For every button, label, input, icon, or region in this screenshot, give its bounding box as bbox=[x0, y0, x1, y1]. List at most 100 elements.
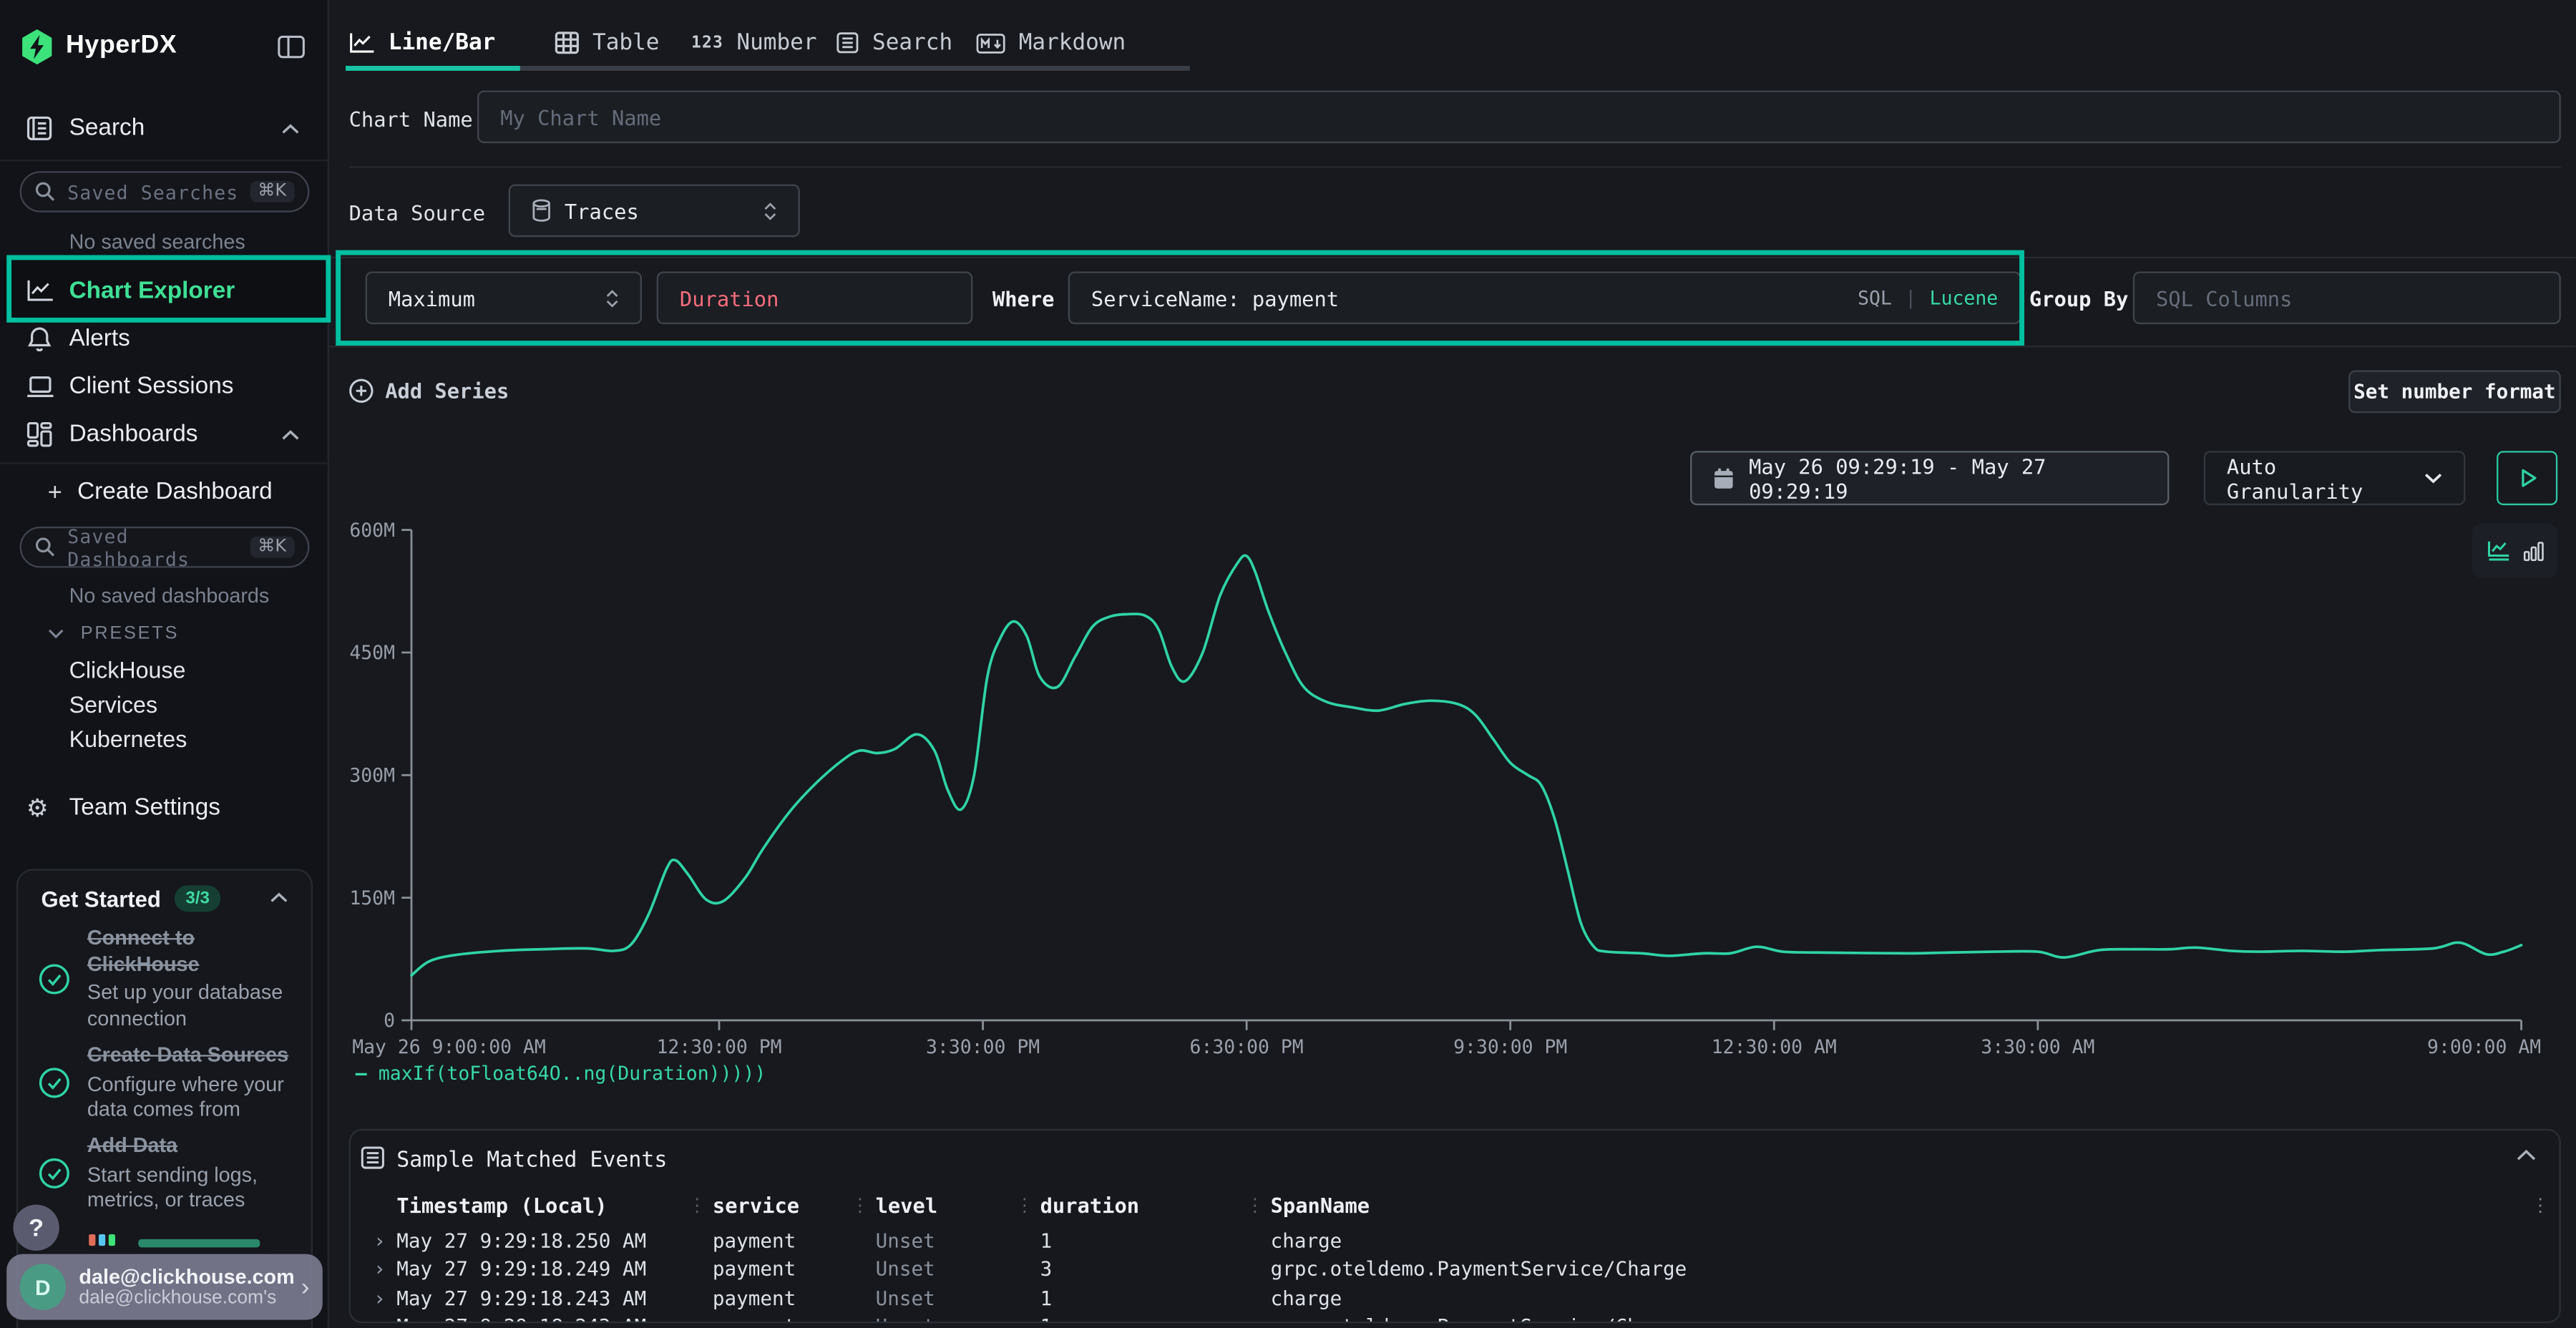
get-started-item-subtitle: Set up your database connection bbox=[87, 981, 295, 1031]
avatar: D bbox=[20, 1264, 66, 1309]
row-expand-chevron-icon[interactable]: › bbox=[374, 1286, 396, 1309]
sidebar-item-client-sessions[interactable]: Client Sessions bbox=[0, 363, 329, 409]
help-label: ? bbox=[29, 1214, 44, 1241]
divider bbox=[329, 257, 2576, 258]
search-icon bbox=[34, 537, 56, 558]
row-expand-chevron-icon[interactable]: › bbox=[374, 1315, 396, 1323]
run-query-button[interactable] bbox=[2497, 451, 2557, 505]
get-started-item-subtitle: Start sending logs, metrics, or traces bbox=[87, 1163, 295, 1213]
divider bbox=[0, 462, 329, 464]
svg-text:300M: 300M bbox=[349, 765, 395, 787]
saved-searches-input[interactable]: Saved Searches ⌘K bbox=[20, 171, 310, 212]
add-series-button[interactable]: Add Series bbox=[349, 379, 509, 404]
row-expand-chevron-icon[interactable]: › bbox=[374, 1229, 396, 1252]
column-resize-handle[interactable]: ⋮ bbox=[688, 1196, 706, 1218]
get-started-progress-badge: 3/3 bbox=[174, 885, 221, 912]
row-expand-chevron-icon[interactable]: › bbox=[374, 1258, 396, 1281]
column-header[interactable]: Timestamp (Local) bbox=[396, 1193, 713, 1219]
gear-icon: ⚙ bbox=[26, 794, 49, 823]
number-123-icon: 123 bbox=[691, 34, 723, 52]
query-language-toggle: SQL | Lucene bbox=[1858, 286, 1998, 309]
table-cell: charge bbox=[1271, 1286, 2546, 1309]
chevron-up-icon[interactable] bbox=[2517, 1148, 2537, 1161]
shortcut-badge: ⌘K bbox=[250, 536, 295, 558]
sql-toggle[interactable]: SQL bbox=[1858, 286, 1892, 309]
hyperdx-app: HyperDX Search Saved Searches ⌘K No save… bbox=[0, 0, 2576, 1328]
sample-matched-events-panel: Sample Matched Events Timestamp (Local) … bbox=[349, 1129, 2561, 1323]
user-menu[interactable]: D dale@clickhouse.com dale@clickhouse.co… bbox=[6, 1254, 323, 1320]
column-resize-handle[interactable]: ⋮ bbox=[1246, 1196, 1264, 1218]
aggregation-select[interactable]: Maximum bbox=[366, 272, 642, 325]
lucene-toggle[interactable]: Lucene bbox=[1930, 286, 1999, 309]
sidebar-item-label: Team Settings bbox=[69, 795, 220, 821]
get-started-item[interactable]: Add Data Start sending logs, metrics, or… bbox=[38, 1134, 298, 1214]
tab-markdown[interactable]: Markdown bbox=[976, 23, 1126, 62]
shortcut-badge: ⌘K bbox=[250, 180, 295, 202]
chevron-right-icon: › bbox=[301, 1273, 310, 1301]
table-row[interactable]: ›May 27 9:29:18.243 AMpaymentUnset1charg… bbox=[374, 1284, 2546, 1312]
data-source-select[interactable]: Traces bbox=[509, 185, 800, 238]
table-options-kebab-icon[interactable]: ⋮ bbox=[2531, 1196, 2549, 1218]
data-source-label: Data Source bbox=[349, 201, 485, 226]
svg-text:3:30:00 PM: 3:30:00 PM bbox=[926, 1036, 1040, 1058]
chart-name-input[interactable]: My Chart Name bbox=[477, 91, 2561, 144]
date-range-input[interactable]: May 26 09:29:19 - May 27 09:29:19 bbox=[1690, 451, 2169, 505]
column-resize-handle[interactable]: ⋮ bbox=[1015, 1196, 1033, 1218]
saved-dashboards-input[interactable]: Saved Dashboards ⌘K bbox=[20, 527, 310, 568]
create-dashboard-label: Create Dashboard bbox=[77, 479, 273, 505]
table-row[interactable]: ›May 27 9:29:18.250 AMpaymentUnset1charg… bbox=[374, 1226, 2546, 1255]
sidebar-item-preset-clickhouse[interactable]: ClickHouse bbox=[0, 653, 329, 686]
select-updown-icon bbox=[763, 202, 776, 220]
chevron-up-icon[interactable] bbox=[270, 892, 288, 904]
get-started-item[interactable]: Connect to ClickHouse Set up your databa… bbox=[38, 927, 298, 1032]
no-saved-searches: No saved searches bbox=[0, 229, 329, 255]
chevron-up-icon[interactable] bbox=[281, 122, 299, 134]
tab-search[interactable]: Search bbox=[836, 23, 952, 62]
check-circle-icon bbox=[38, 1134, 71, 1214]
table-row[interactable]: ›May 27 9:29:18.243 AMpaymentUnset1grpc.… bbox=[374, 1312, 2546, 1323]
sidebar-item-dashboards[interactable]: Dashboards bbox=[0, 411, 329, 457]
sidebar-item-search[interactable]: Search bbox=[0, 105, 329, 151]
svg-text:12:30:00 PM: 12:30:00 PM bbox=[656, 1036, 781, 1058]
tab-number[interactable]: 123 Number bbox=[691, 23, 817, 62]
get-started-header[interactable]: Get Started 3/3 bbox=[42, 885, 222, 912]
create-dashboard-button[interactable]: + Create Dashboard bbox=[0, 474, 329, 510]
sidebar-item-chart-explorer[interactable]: Chart Explorer bbox=[0, 260, 329, 321]
chevron-up-icon[interactable] bbox=[281, 429, 299, 440]
where-value: ServiceName: payment bbox=[1091, 285, 1339, 311]
presets-toggle[interactable]: PRESETS bbox=[0, 619, 329, 648]
user-email: dale@clickhouse.com bbox=[79, 1266, 301, 1289]
granularity-select[interactable]: Auto Granularity bbox=[2204, 451, 2466, 505]
chevron-down-icon bbox=[2424, 472, 2442, 484]
help-button[interactable]: ? bbox=[13, 1205, 59, 1251]
saved-searches-placeholder: Saved Searches bbox=[67, 180, 249, 203]
table-row[interactable]: ›May 27 9:29:18.249 AMpaymentUnset3grpc.… bbox=[374, 1255, 2546, 1284]
granularity-value: Auto Granularity bbox=[2227, 454, 2424, 503]
sidebar-item-preset-kubernetes[interactable]: Kubernetes bbox=[0, 723, 329, 756]
get-started-item[interactable]: Create Data Sources Configure where your… bbox=[38, 1043, 298, 1123]
sidebar-item-preset-services[interactable]: Services bbox=[0, 688, 329, 721]
table-cell: payment bbox=[713, 1258, 876, 1281]
events-header: Sample Matched Events bbox=[351, 1144, 2560, 1177]
column-resize-handle[interactable]: ⋮ bbox=[851, 1196, 869, 1218]
set-number-format-button[interactable]: Set number format bbox=[2348, 371, 2561, 414]
search-icon bbox=[34, 181, 56, 202]
group-by-input[interactable]: SQL Columns bbox=[2133, 272, 2561, 325]
timeseries-chart[interactable]: 0150M300M450M600MMay 26 9:00:00 AM12:30:… bbox=[349, 520, 2561, 1067]
where-input[interactable]: ServiceName: payment SQL | Lucene bbox=[1068, 272, 2021, 325]
dashboards-grid-icon bbox=[26, 421, 53, 448]
column-header[interactable]: duration bbox=[1040, 1193, 1271, 1219]
sidebar-item-alerts[interactable]: Alerts bbox=[0, 316, 329, 362]
divider bbox=[0, 160, 329, 161]
tab-line-bar[interactable]: Line/Bar bbox=[349, 23, 496, 62]
chart-name-placeholder: My Chart Name bbox=[500, 104, 661, 130]
tab-table[interactable]: Table bbox=[555, 23, 659, 62]
sidebar-item-team-settings[interactable]: ⚙ Team Settings bbox=[0, 786, 329, 829]
column-header[interactable]: SpanName bbox=[1271, 1193, 2546, 1219]
sidebar-item-label: Search bbox=[69, 115, 145, 142]
collapse-sidebar-icon[interactable] bbox=[276, 34, 306, 59]
table-cell: payment bbox=[713, 1229, 876, 1252]
get-started-title: Get Started bbox=[42, 887, 161, 912]
table-cell: payment bbox=[713, 1286, 876, 1309]
field-input[interactable]: Duration bbox=[657, 272, 973, 325]
